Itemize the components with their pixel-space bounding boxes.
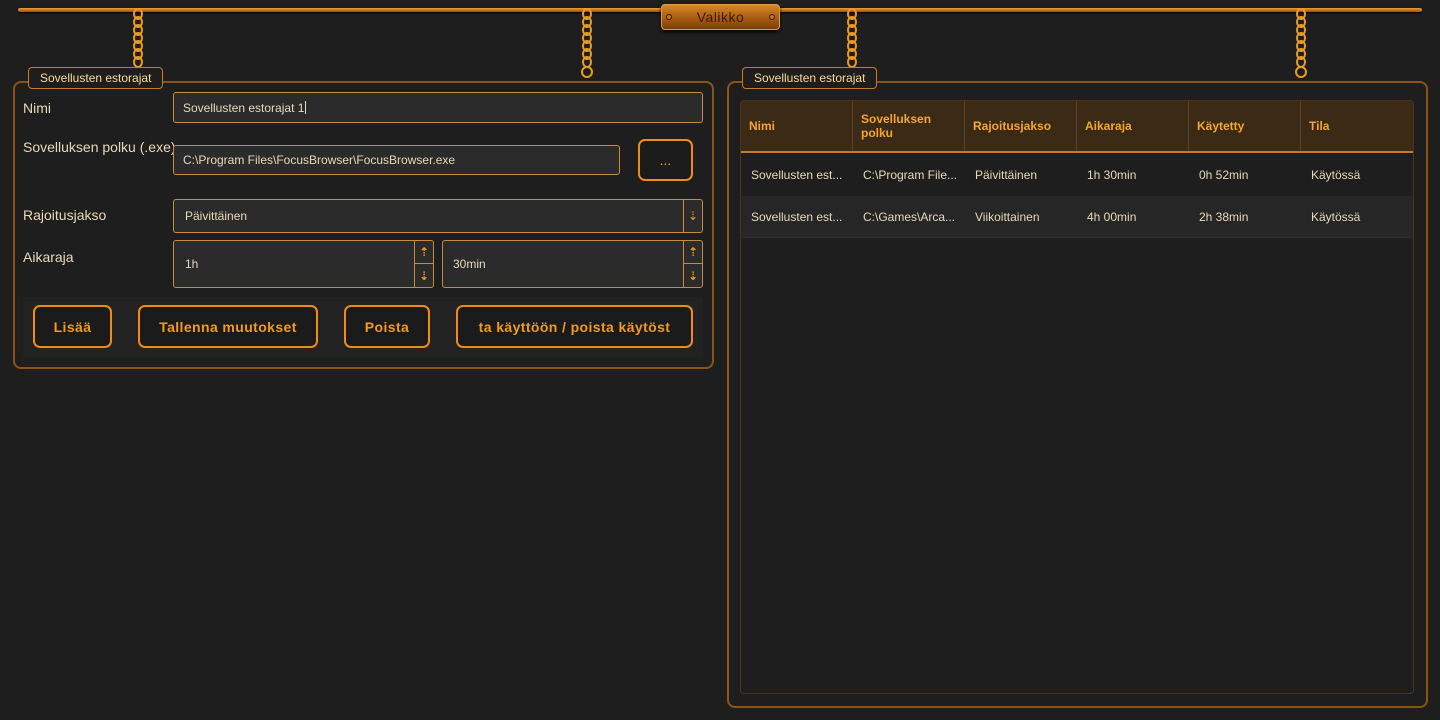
cell-limit: 1h 30min <box>1087 168 1137 182</box>
column-header-used[interactable]: Käytetty <box>1189 101 1301 151</box>
column-header-period[interactable]: Rajoitusjakso <box>965 101 1077 151</box>
cell-name: Sovellusten est... <box>751 168 843 182</box>
hours-value: 1h <box>185 257 199 271</box>
menu-label: Valikko <box>696 9 745 25</box>
column-header-status[interactable]: Tila <box>1301 101 1413 151</box>
cell-path: C:\Program File... <box>863 168 958 182</box>
path-label: Sovelluksen polku (.exe) <box>23 139 176 155</box>
period-select[interactable]: Päivittäinen ⇣ <box>173 199 703 233</box>
period-label: Rajoitusjakso <box>23 207 107 223</box>
name-label: Nimi <box>23 100 51 116</box>
name-input[interactable]: Sovellusten estorajat 1 <box>173 92 703 123</box>
cell-period: Päivittäinen <box>975 168 1038 182</box>
delete-button[interactable]: Poista <box>344 305 430 348</box>
rivet-icon <box>666 14 672 20</box>
cell-status: Käytössä <box>1311 168 1361 182</box>
arrow-up-icon[interactable]: ⇡ <box>414 241 433 264</box>
cell-limit: 4h 00min <box>1087 209 1137 224</box>
add-button[interactable]: Lisää <box>33 305 112 348</box>
editor-panel-title: Sovellusten estorajat <box>28 67 164 89</box>
path-input-value: C:\Program Files\FocusBrowser\FocusBrows… <box>183 153 456 167</box>
cell-status: Käytössä <box>1311 209 1361 224</box>
table-row[interactable]: Sovellusten est... C:\Program File... Pä… <box>741 154 1413 196</box>
browse-button[interactable]: ... <box>638 139 693 181</box>
column-header-name[interactable]: Nimi <box>741 101 853 151</box>
minutes-spinbox[interactable]: 30min ⇡ ⇣ <box>442 240 703 288</box>
rivet-icon <box>769 14 775 20</box>
limit-label: Aikaraja <box>23 249 74 265</box>
cell-used: 2h 38min <box>1199 209 1249 224</box>
path-input[interactable]: C:\Program Files\FocusBrowser\FocusBrows… <box>173 145 620 175</box>
cell-period: Viikoittainen <box>975 209 1040 224</box>
cell-path: C:\Games\Arca... <box>863 209 956 224</box>
save-button[interactable]: Tallenna muutokset <box>138 305 318 348</box>
column-header-path[interactable]: Sovelluksen polku <box>853 101 965 151</box>
minutes-value: 30min <box>453 257 486 271</box>
table-header: Nimi Sovelluksen polku Rajoitusjakso Aik… <box>741 101 1413 153</box>
period-select-value: Päivittäinen <box>185 209 248 223</box>
arrow-up-icon[interactable]: ⇡ <box>683 241 702 264</box>
chain-icon <box>1295 8 1307 78</box>
cell-name: Sovellusten est... <box>751 209 843 224</box>
toggle-enabled-button[interactable]: ta käyttöön / poista käytöst <box>456 305 693 348</box>
column-header-limit[interactable]: Aikaraja <box>1077 101 1189 151</box>
chain-icon <box>581 8 593 78</box>
arrow-down-icon[interactable]: ⇣ <box>683 264 702 287</box>
name-input-value: Sovellusten estorajat 1 <box>183 100 305 115</box>
table-row[interactable]: Sovellusten est... C:\Games\Arca... Viik… <box>741 196 1413 238</box>
list-panel-title: Sovellusten estorajat <box>742 67 878 89</box>
limits-table: Nimi Sovelluksen polku Rajoitusjakso Aik… <box>740 100 1414 694</box>
hours-spinbox[interactable]: 1h ⇡ ⇣ <box>173 240 434 288</box>
menu-button[interactable]: Valikko <box>661 4 780 30</box>
text-caret <box>305 101 307 114</box>
cell-used: 0h 52min <box>1199 168 1249 182</box>
arrow-down-icon[interactable]: ⇣ <box>414 264 433 287</box>
arrow-down-icon[interactable]: ⇣ <box>683 200 702 232</box>
